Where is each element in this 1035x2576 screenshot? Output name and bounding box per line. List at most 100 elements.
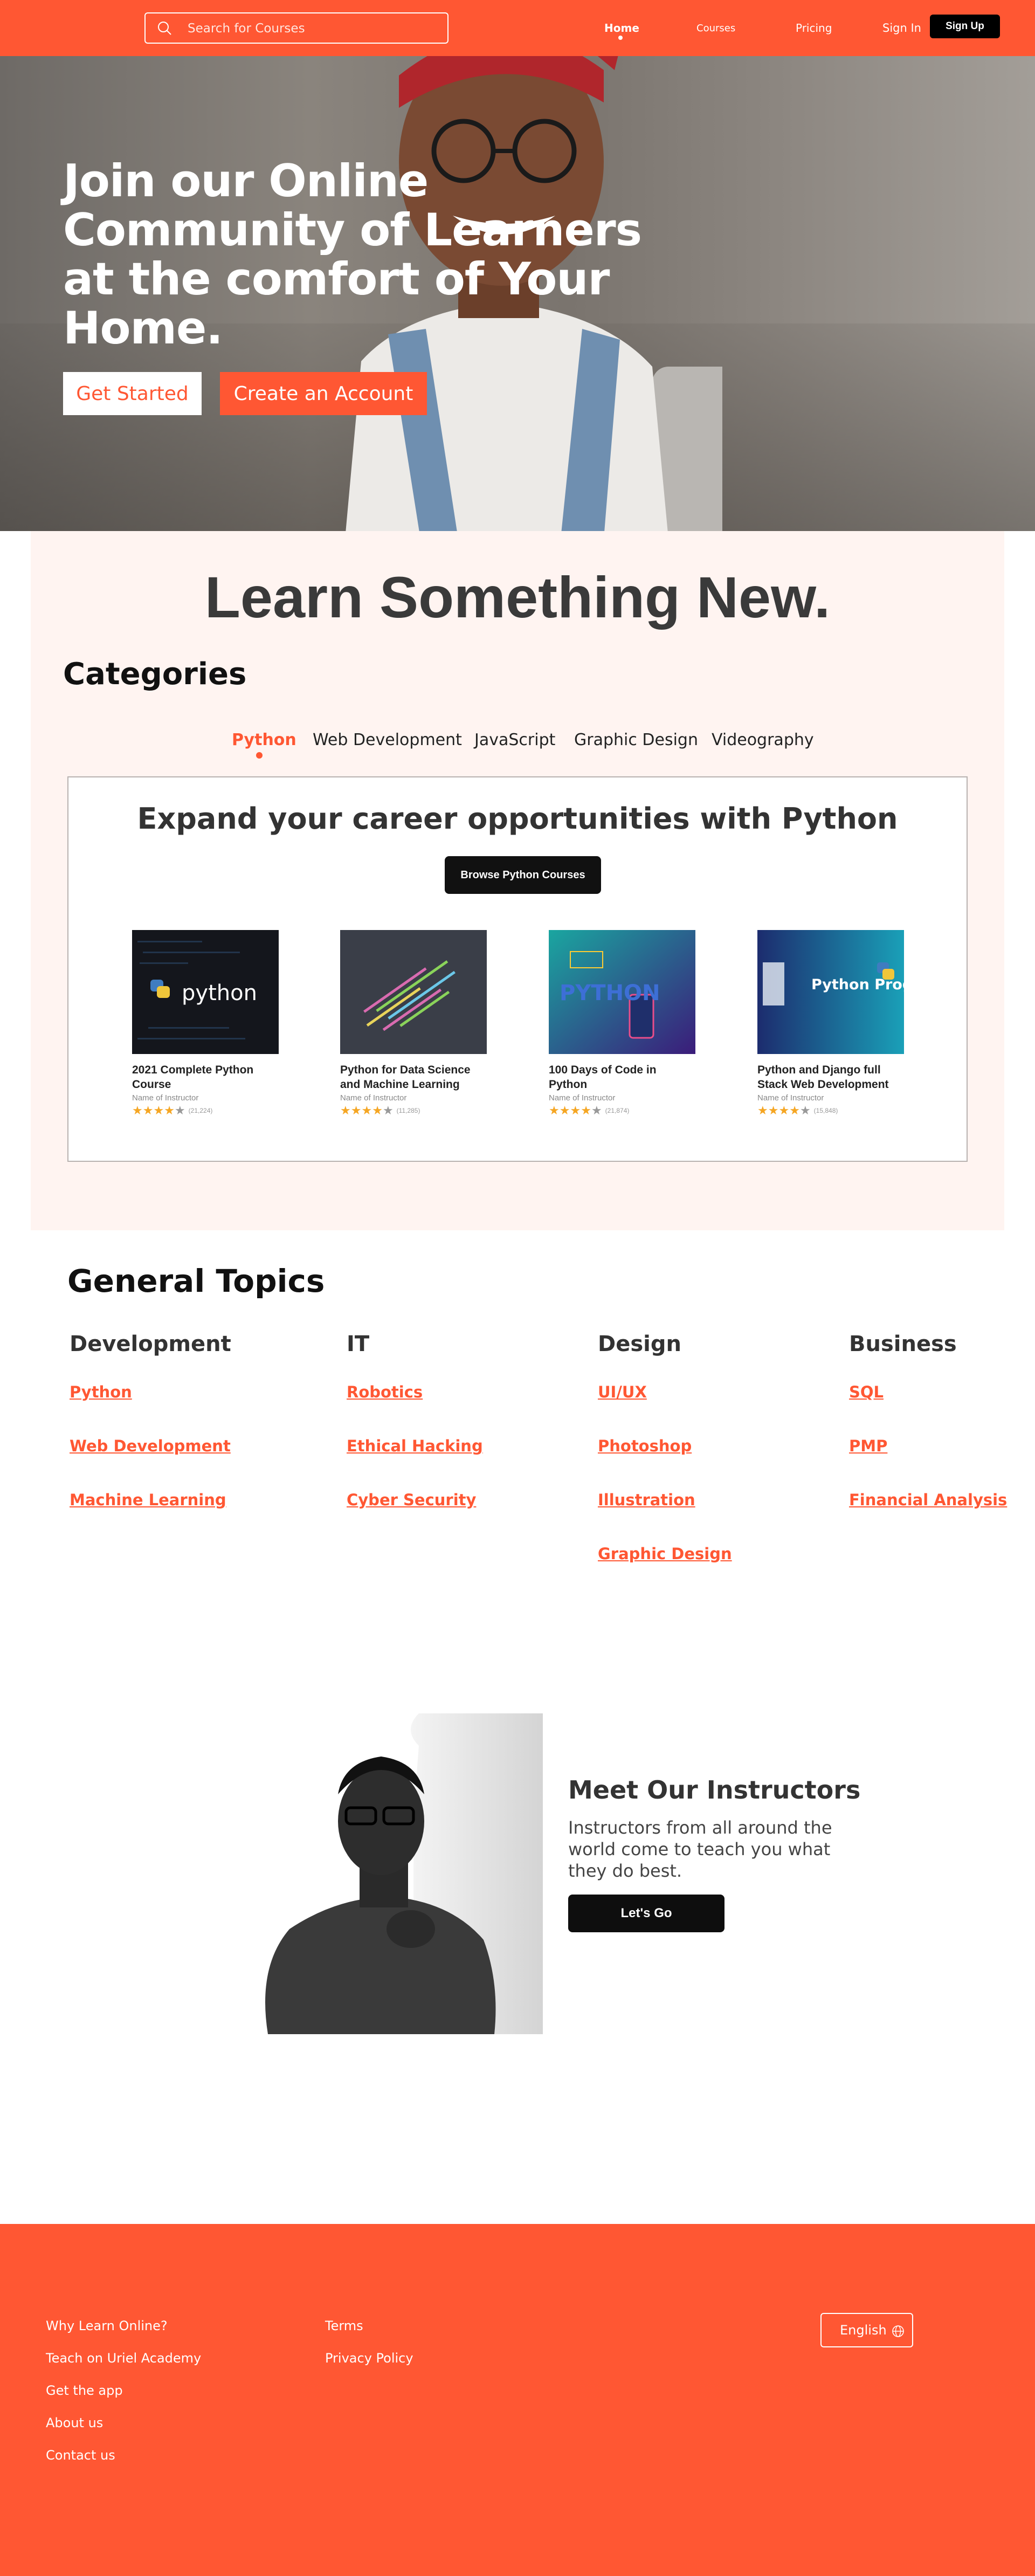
topic-link-financial-analysis[interactable]: Financial Analysis [849,1491,1007,1509]
course-thumb-text: PYTHON [560,981,660,1005]
get-started-button[interactable]: Get Started [63,372,202,415]
rating-count: (21,874) [605,1107,630,1114]
tab-graphic-design[interactable]: Graphic Design [574,731,698,749]
star-icon: ★ [559,1104,570,1117]
course-title[interactable]: Python for Data Science and Machine Lear… [340,1063,487,1092]
course-thumbnail [340,930,487,1054]
star-icon: ★ [340,1104,351,1117]
instructors-title: Meet Our Instructors [568,1775,861,1804]
star-icon: ★ [350,1104,362,1117]
topic-link-pmp[interactable]: PMP [849,1437,887,1455]
rating-count: (21,224) [188,1107,213,1114]
topic-heading-design: Design [598,1332,681,1356]
course-card[interactable]: Python for Data Science and Machine Lear… [340,930,487,1117]
star-icon: ★ [768,1104,779,1117]
topic-link-web-development[interactable]: Web Development [70,1437,231,1455]
rating-count: (11,285) [396,1107,420,1114]
general-topics-title: General Topics [67,1263,325,1299]
topic-link-cyber-security[interactable]: Cyber Security [347,1491,476,1509]
footer-link-teach[interactable]: Teach on Uriel Academy [46,2351,201,2366]
python-programming-image: Python Programming [757,930,904,1054]
category-panel-title: Expand your career opportunities with Py… [137,802,898,836]
star-icon: ★ [164,1104,175,1117]
create-account-button[interactable]: Create an Account [220,372,427,415]
course-thumbnail: PYTHON [549,930,695,1054]
star-empty-icon: ★ [591,1104,602,1117]
learn-title: Learn Something New. [204,564,831,630]
tab-python[interactable]: Python [232,731,296,749]
nav-courses-link[interactable]: Courses [696,23,735,34]
topic-link-sql[interactable]: SQL [849,1383,884,1401]
footer-link-about-us[interactable]: About us [46,2415,103,2430]
instructor-photo [257,1713,543,2034]
star-icon: ★ [361,1104,372,1117]
star-icon: ★ [789,1104,800,1117]
search-input[interactable]: Search for Courses [144,12,448,44]
course-card[interactable]: Python Programming Python and Django ful… [757,930,904,1117]
topic-link-ui-ux[interactable]: UI/UX [598,1383,647,1401]
browse-python-courses-button[interactable]: Browse Python Courses [445,856,601,894]
language-label: English [840,2323,887,2338]
star-icon: ★ [372,1104,383,1117]
hero-title: Join our Online Community of Learners at… [63,155,642,354]
star-icon: ★ [581,1104,591,1117]
language-selector[interactable]: English [820,2313,913,2347]
categories-title: Categories [63,657,247,692]
code-snippet-image [340,930,487,1054]
sign-in-link[interactable]: Sign In [882,22,921,35]
course-rating: ★ ★ ★ ★ ★ (11,285) [340,1105,487,1117]
course-instructor: Name of Instructor [340,1093,407,1103]
course-title[interactable]: 2021 Complete Python Course [132,1063,279,1092]
star-empty-icon: ★ [799,1104,811,1117]
topic-link-graphic-design[interactable]: Graphic Design [598,1545,732,1563]
python-logo-icon: python [132,930,279,1054]
course-instructor: Name of Instructor [549,1093,616,1103]
topic-heading-business: Business [849,1332,957,1356]
search-icon [158,22,171,35]
footer-link-terms[interactable]: Terms [325,2318,363,2333]
course-instructor: Name of Instructor [757,1093,824,1103]
topic-link-illustration[interactable]: Illustration [598,1491,695,1509]
topic-link-ethical-hacking[interactable]: Ethical Hacking [347,1437,483,1455]
active-tab-dot [256,752,263,759]
course-rating: ★ ★ ★ ★ ★ (21,224) [132,1105,279,1117]
topic-link-machine-learning[interactable]: Machine Learning [70,1491,226,1509]
topic-link-python[interactable]: Python [70,1383,132,1401]
course-title[interactable]: 100 Days of Code in Python [549,1063,695,1092]
course-rating: ★ ★ ★ ★ ★ (15,848) [757,1105,904,1117]
course-thumbnail: Python Programming [757,930,904,1054]
topic-link-robotics[interactable]: Robotics [347,1383,423,1401]
course-thumb-text: Python Programming [811,976,904,993]
star-icon: ★ [570,1104,581,1117]
nav-home-link[interactable]: Home [604,22,639,35]
sign-up-button[interactable]: Sign Up [930,15,1000,38]
footer-link-why-learn-online[interactable]: Why Learn Online? [46,2318,168,2333]
star-icon: ★ [142,1104,154,1117]
tab-javascript[interactable]: JavaScript [474,731,555,749]
star-icon: ★ [132,1104,143,1117]
search-placeholder: Search for Courses [188,22,305,36]
footer-link-privacy-policy[interactable]: Privacy Policy [325,2351,413,2366]
active-indicator-dot [618,36,623,40]
lets-go-button[interactable]: Let's Go [568,1895,724,1932]
course-card[interactable]: python 2021 Complete Python Course Name … [132,930,279,1117]
star-icon: ★ [549,1104,560,1117]
nav-pricing-link[interactable]: Pricing [796,22,832,35]
rating-count: (15,848) [813,1107,838,1114]
python-circuit-image: PYTHON [549,930,695,1054]
tab-videography[interactable]: Videography [712,731,814,749]
course-rating: ★ ★ ★ ★ ★ (21,874) [549,1105,695,1117]
course-thumb-text: python [182,981,257,1005]
course-instructor: Name of Instructor [132,1093,199,1103]
tab-web-development[interactable]: Web Development [313,731,462,749]
footer-link-contact-us[interactable]: Contact us [46,2448,115,2463]
course-title[interactable]: Python and Django full Stack Web Develop… [757,1063,904,1092]
course-card[interactable]: PYTHON 100 Days of Code in Python Name o… [549,930,695,1117]
topic-link-photoshop[interactable]: Photoshop [598,1437,692,1455]
star-icon: ★ [778,1104,790,1117]
footer [0,2224,1035,2576]
footer-link-get-the-app[interactable]: Get the app [46,2383,123,2398]
star-icon: ★ [153,1104,164,1117]
top-navbar: Search for Courses Home Courses Pricing … [0,0,1035,56]
topic-heading-it: IT [347,1332,370,1356]
